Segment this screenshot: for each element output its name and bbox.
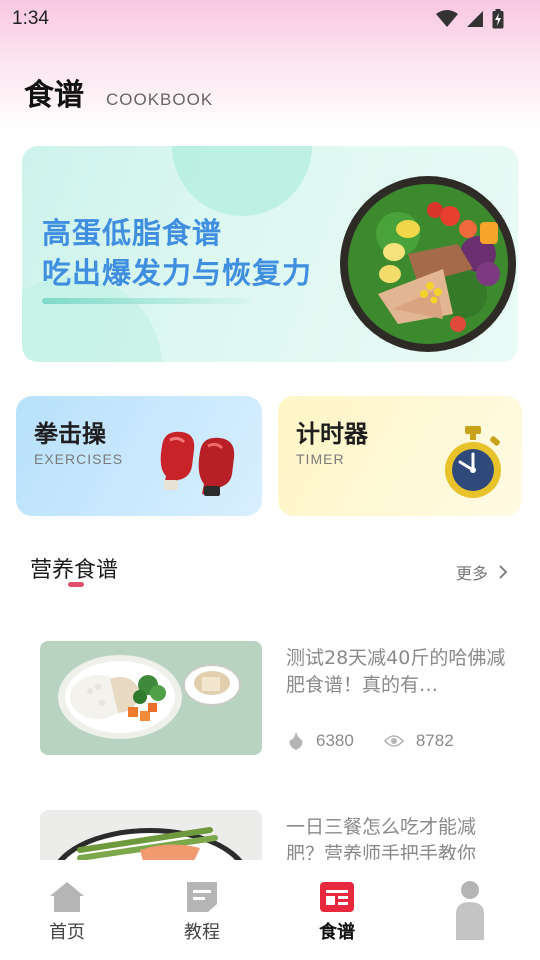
list-item[interactable]: 一日三餐怎么吃才能减肥？营养师手把手教你 <box>40 810 510 860</box>
chevron-right-icon <box>499 565 508 579</box>
card-subtitle: TIMER <box>296 451 345 467</box>
views-count: 8782 <box>415 731 454 750</box>
more-link-label: 更多 <box>456 564 489 583</box>
wifi-icon <box>436 10 458 27</box>
more-link[interactable]: 更多 <box>456 560 508 584</box>
chicken-rice-plate-image <box>58 655 241 739</box>
tab-tutorial[interactable]: 教程 <box>162 880 242 944</box>
timer-card[interactable]: 计时器 TIMER <box>278 396 522 516</box>
page-subtitle: COOKBOOK <box>106 90 214 109</box>
boxing-exercise-card[interactable]: 拳击操 EXERCISES <box>16 396 262 516</box>
salmon-asparagus-plate-image <box>57 827 243 860</box>
tab-label: 教程 <box>184 922 220 943</box>
banner-decoration <box>172 146 312 216</box>
home-icon <box>50 882 84 912</box>
list-item[interactable]: 测试28天减40斤的哈佛减肥食谱！真的有… 6380 8782 <box>40 641 510 755</box>
section-title: 营养食谱 <box>30 558 119 583</box>
profile-icon <box>456 881 484 940</box>
status-icons <box>436 9 504 29</box>
recipe-icon <box>320 882 354 912</box>
promo-banner[interactable]: 高蛋低脂食谱 吃出爆发力与恢复力 <box>22 146 518 362</box>
battery-icon <box>492 9 504 29</box>
card-title: 计时器 <box>296 420 368 448</box>
boxing-gloves-icon <box>160 431 235 496</box>
recipe-title: 一日三餐怎么吃才能减肥？营养师手把手教你 <box>286 816 477 860</box>
recipe-title: 测试28天减40斤的哈佛减肥食谱！真的有… <box>286 647 506 696</box>
status-bar: 1:34 <box>0 0 540 38</box>
salad-bowl-image <box>340 176 516 352</box>
bottom-tab-bar: 首页 教程 食谱 <box>0 860 540 960</box>
page-title: 食谱 <box>24 78 84 113</box>
banner-headline: 高蛋低脂食谱 <box>42 216 223 250</box>
eye-icon <box>383 735 404 747</box>
fire-icon <box>289 732 303 750</box>
section-underline <box>68 582 84 587</box>
stopwatch-icon <box>445 426 501 498</box>
tab-recipes[interactable]: 食谱 <box>297 880 377 944</box>
tab-home[interactable]: 首页 <box>27 880 107 944</box>
banner-accent-bar <box>42 298 252 304</box>
tab-label: 食谱 <box>319 922 355 943</box>
likes-stat: 6380 <box>288 731 354 751</box>
banner-subheadline: 吃出爆发力与恢复力 <box>42 256 313 290</box>
document-icon <box>187 882 217 912</box>
signal-icon <box>467 11 483 27</box>
recipe-thumbnail <box>40 810 262 860</box>
card-subtitle: EXERCISES <box>34 451 124 467</box>
recipe-thumbnail <box>40 641 262 755</box>
status-time: 1:34 <box>12 8 49 29</box>
page-header: 食谱 COOKBOOK <box>24 70 213 114</box>
views-stat: 8782 <box>383 731 454 751</box>
card-title: 拳击操 <box>34 420 106 448</box>
tab-label: 首页 <box>49 922 85 943</box>
recipe-stats: 6380 8782 <box>288 731 454 751</box>
likes-count: 6380 <box>316 731 354 750</box>
tab-profile[interactable] <box>430 880 510 944</box>
